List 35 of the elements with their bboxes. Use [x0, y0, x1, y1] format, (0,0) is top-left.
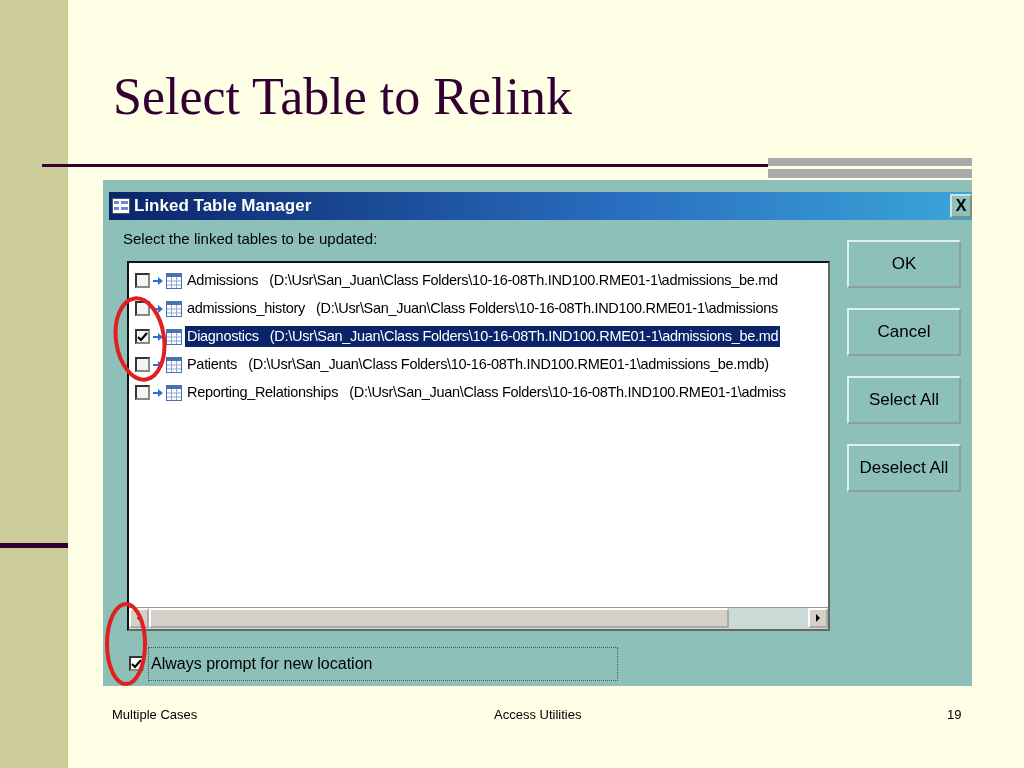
table-list-item[interactable]: Reporting_Relationships (D:\Usr\San_Juan\Class Folders\10-16-08Th.IND100.RME01-1\admiss [185, 381, 788, 404]
scrollbar-thumb[interactable] [149, 607, 729, 628]
dialog-button[interactable]: OK [847, 240, 961, 288]
arrow-icon [153, 303, 163, 314]
table-list-item[interactable]: admissions_history (D:\Usr\San_Juan\Class Folders\10-16-08Th.IND100.RME01-1\admissions [185, 297, 780, 320]
slide-title: Select Table to Relink [113, 68, 572, 126]
table-icon [166, 272, 182, 289]
table-icon [166, 328, 182, 345]
checkbox[interactable] [135, 357, 150, 372]
dialog-button[interactable]: Deselect All [847, 444, 961, 492]
checkbox[interactable] [135, 329, 150, 344]
table-list-item[interactable]: Diagnostics (D:\Usr\San_Juan\Class Folders\10-16-08Th.IND100.RME01-1\admissions_be.md [185, 325, 781, 348]
table-icon [166, 384, 182, 401]
table-icon [166, 356, 182, 373]
window-title: Linked Table Manager [134, 195, 312, 218]
horizontal-scrollbar[interactable] [129, 606, 828, 629]
window-icon [112, 198, 130, 214]
dialog-button[interactable]: Cancel [847, 308, 961, 356]
arrow-icon [153, 331, 163, 342]
close-button[interactable]: X [950, 194, 972, 218]
table-list-item[interactable]: Patients (D:\Usr\San_Juan\Class Folders\10-16-08Th.IND100.RME01-1\admissions_be.mdb) [185, 353, 771, 376]
checkbox-label[interactable]: Always prompt for new location [148, 646, 618, 681]
footer-title: Access Utilities [494, 706, 582, 724]
table-list-item[interactable]: Admissions (D:\Usr\San_Juan\Class Folders\10-16-08Th.IND100.RME01-1\admissions_be.md [185, 269, 780, 292]
instruction-label: Select the linked tables to be updated: [123, 229, 379, 249]
checkbox[interactable] [135, 273, 150, 288]
page-number: 19 [947, 706, 962, 724]
scroll-right-button[interactable] [808, 607, 828, 628]
checkbox[interactable] [135, 385, 150, 400]
arrow-icon [153, 387, 163, 398]
right-arrow-icon [815, 613, 821, 622]
dialog-button[interactable]: Select All [847, 376, 961, 424]
footer-text: Multiple Cases [112, 706, 198, 724]
table-icon [166, 300, 182, 317]
arrow-icon [153, 275, 163, 286]
